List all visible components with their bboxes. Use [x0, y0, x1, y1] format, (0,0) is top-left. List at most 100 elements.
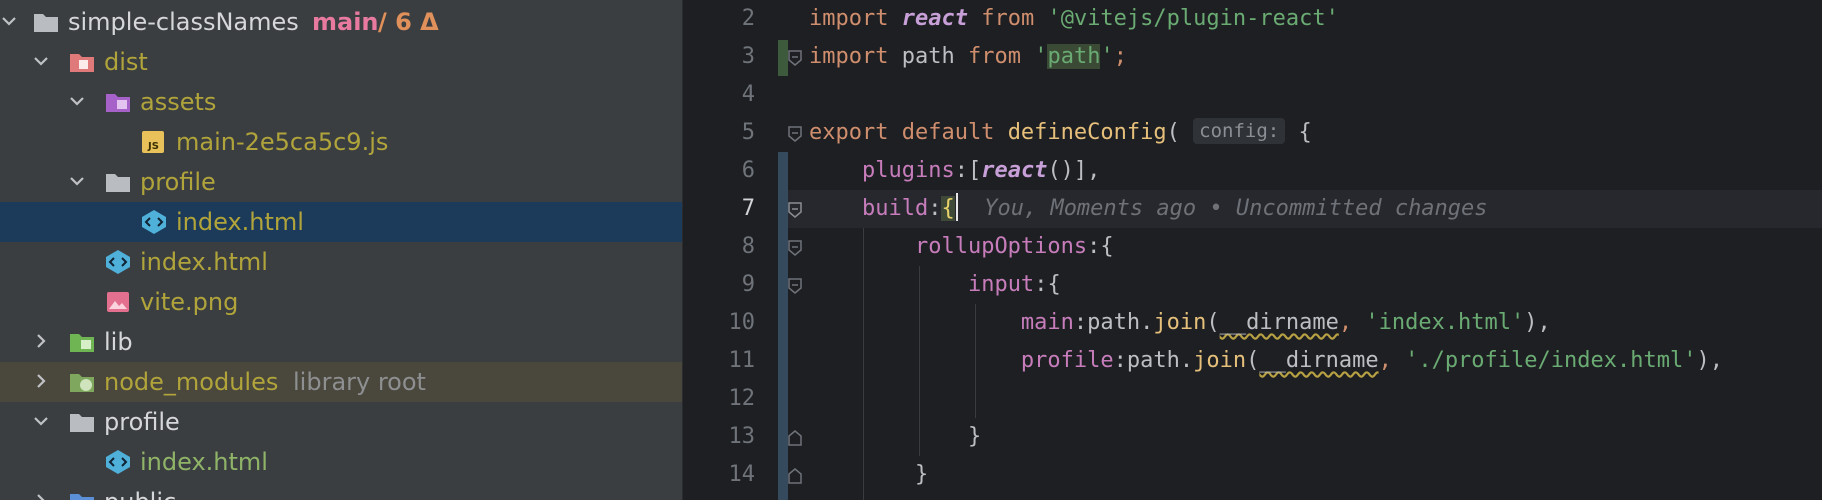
- tree-row-lib[interactable]: lib: [0, 322, 682, 362]
- token-keyword: import: [809, 6, 889, 31]
- code-line-3[interactable]: import path from 'path';: [809, 38, 1127, 76]
- line-number: 13: [728, 424, 756, 449]
- token-punct: (: [1206, 310, 1220, 335]
- token-punct: ;: [1113, 44, 1127, 69]
- code-line-7[interactable]: build:{ You, Moments ago • Uncommitted c…: [809, 190, 1488, 228]
- code-line-6[interactable]: plugins:[react()],: [809, 152, 1100, 190]
- vcs-changes-count: / 6 Δ: [378, 8, 439, 36]
- line-number: 5: [741, 120, 755, 145]
- token-property: input: [967, 272, 1035, 297]
- code-line-2[interactable]: import react from '@vitejs/plugin-react': [809, 0, 1339, 38]
- token-property: main: [1020, 310, 1074, 335]
- tree-row-html-file[interactable]: index.html: [0, 442, 682, 482]
- code-line-8[interactable]: rollupOptions:{: [809, 228, 1114, 266]
- token-string: '@vitejs/plugin-react': [1047, 6, 1339, 31]
- fold-marker-icon[interactable]: [787, 201, 803, 219]
- project-tree: simple-classNames main / 6 Δ dist assets…: [0, 0, 683, 500]
- chevron-down-icon[interactable]: [0, 12, 18, 30]
- fold-marker-icon[interactable]: [787, 239, 803, 257]
- tree-label: dist: [104, 48, 148, 76]
- token-identifier: path.: [1126, 348, 1194, 373]
- token-punct: ,: [1378, 348, 1392, 373]
- fold-marker-icon[interactable]: [787, 49, 803, 67]
- tree-row-root[interactable]: simple-classNames main / 6 Δ: [0, 2, 682, 42]
- token-function: join: [1153, 310, 1207, 335]
- tree-label: public: [104, 487, 176, 500]
- token-identifier: path.: [1087, 310, 1154, 335]
- chevron-right-icon[interactable]: [32, 332, 50, 350]
- inline-blame-annotation[interactable]: You, Moments ago • Uncommitted changes: [984, 196, 1487, 221]
- chevron-right-icon[interactable]: [32, 372, 50, 390]
- tree-row-public[interactable]: public: [0, 482, 682, 500]
- code-editor[interactable]: 2 3 4 5 6 7 8 9 10 11 12 13 14 import re…: [683, 0, 1822, 500]
- line-number: 8: [741, 234, 755, 259]
- html-file-icon: [106, 450, 130, 474]
- code-line-14[interactable]: }: [809, 456, 928, 494]
- code-line-13[interactable]: }: [809, 418, 981, 456]
- html-file-icon: [106, 250, 130, 274]
- tree-label: assets: [140, 88, 217, 116]
- token-identifier: path: [901, 44, 955, 69]
- tree-row-html-file[interactable]: index.html: [0, 242, 682, 282]
- tree-row-profile[interactable]: profile: [0, 162, 682, 202]
- fold-end-marker-icon[interactable]: [787, 429, 803, 447]
- fold-end-marker-icon[interactable]: [787, 467, 803, 485]
- code-line-5[interactable]: export default defineConfig( config: {: [809, 114, 1312, 152]
- folder-icon: [70, 494, 94, 500]
- vcs-branch: main: [312, 8, 379, 36]
- tree-label: vite.png: [140, 288, 239, 316]
- tree-label: main-2e5ca5c9.js: [176, 128, 389, 156]
- text-caret: [955, 193, 958, 221]
- tree-row-image-file[interactable]: vite.png: [0, 282, 682, 322]
- tree-label: lib: [104, 328, 133, 356]
- tree-label: profile: [104, 408, 180, 436]
- token-punct: ),: [1696, 348, 1723, 373]
- line-number: 3: [741, 44, 755, 69]
- folder-icon: [34, 14, 58, 32]
- code-line-9[interactable]: input:{: [809, 266, 1061, 304]
- token-identifier-warning: __dirname: [1219, 310, 1339, 335]
- token-keyword: export default: [809, 120, 995, 145]
- fold-marker-icon[interactable]: [787, 125, 803, 143]
- tree-row-node-modules[interactable]: node_modules library root: [0, 362, 682, 402]
- line-number: 9: [741, 272, 755, 297]
- folder-icon: [106, 174, 130, 192]
- library-root-suffix: library root: [293, 368, 426, 396]
- chevron-down-icon[interactable]: [32, 52, 50, 70]
- token-identifier: react: [901, 6, 968, 31]
- chevron-down-icon[interactable]: [68, 92, 86, 110]
- token-keyword: import: [809, 44, 889, 69]
- token-function: defineConfig: [1007, 120, 1167, 145]
- token-punct: {: [1047, 272, 1061, 297]
- token-string: ': [1034, 44, 1048, 69]
- token-punct: :: [1034, 272, 1048, 297]
- line-number: 2: [741, 6, 755, 31]
- fold-marker-icon[interactable]: [787, 277, 803, 295]
- token-function: join: [1193, 348, 1247, 373]
- token-property: rollupOptions: [914, 234, 1088, 259]
- chevron-down-icon[interactable]: [32, 412, 50, 430]
- line-number-gutter: 2 3 4 5 6 7 8 9 10 11 12 13 14: [683, 0, 783, 500]
- token-string: ': [1100, 44, 1114, 69]
- code-line-10[interactable]: main:path.join(__dirname, 'index.html'),: [809, 304, 1551, 342]
- line-number: 14: [728, 462, 756, 487]
- tree-row-profile-root[interactable]: profile: [0, 402, 682, 442]
- chevron-down-icon[interactable]: [68, 172, 86, 190]
- image-file-icon: [107, 292, 129, 312]
- token-punct: :: [1073, 310, 1088, 335]
- token-punct: }: [914, 462, 929, 487]
- line-number: 10: [728, 310, 756, 335]
- js-file-icon: JS: [142, 131, 164, 153]
- token-keyword: from: [981, 6, 1035, 31]
- token-punct: :: [1087, 234, 1101, 259]
- tree-row-dist[interactable]: dist: [0, 42, 682, 82]
- tree-row-assets[interactable]: assets: [0, 82, 682, 122]
- token-punct: :: [928, 196, 942, 221]
- tree-row-html-file-selected[interactable]: index.html: [0, 202, 682, 242]
- token-property: build: [861, 196, 929, 221]
- chevron-right-icon[interactable]: [32, 492, 50, 500]
- token-punct: ,: [1338, 310, 1353, 335]
- tree-row-js-file[interactable]: JS main-2e5ca5c9.js: [0, 122, 682, 162]
- code-line-11[interactable]: profile:path.join(__dirname, './profile/…: [809, 342, 1723, 380]
- line-number-current: 7: [741, 196, 755, 221]
